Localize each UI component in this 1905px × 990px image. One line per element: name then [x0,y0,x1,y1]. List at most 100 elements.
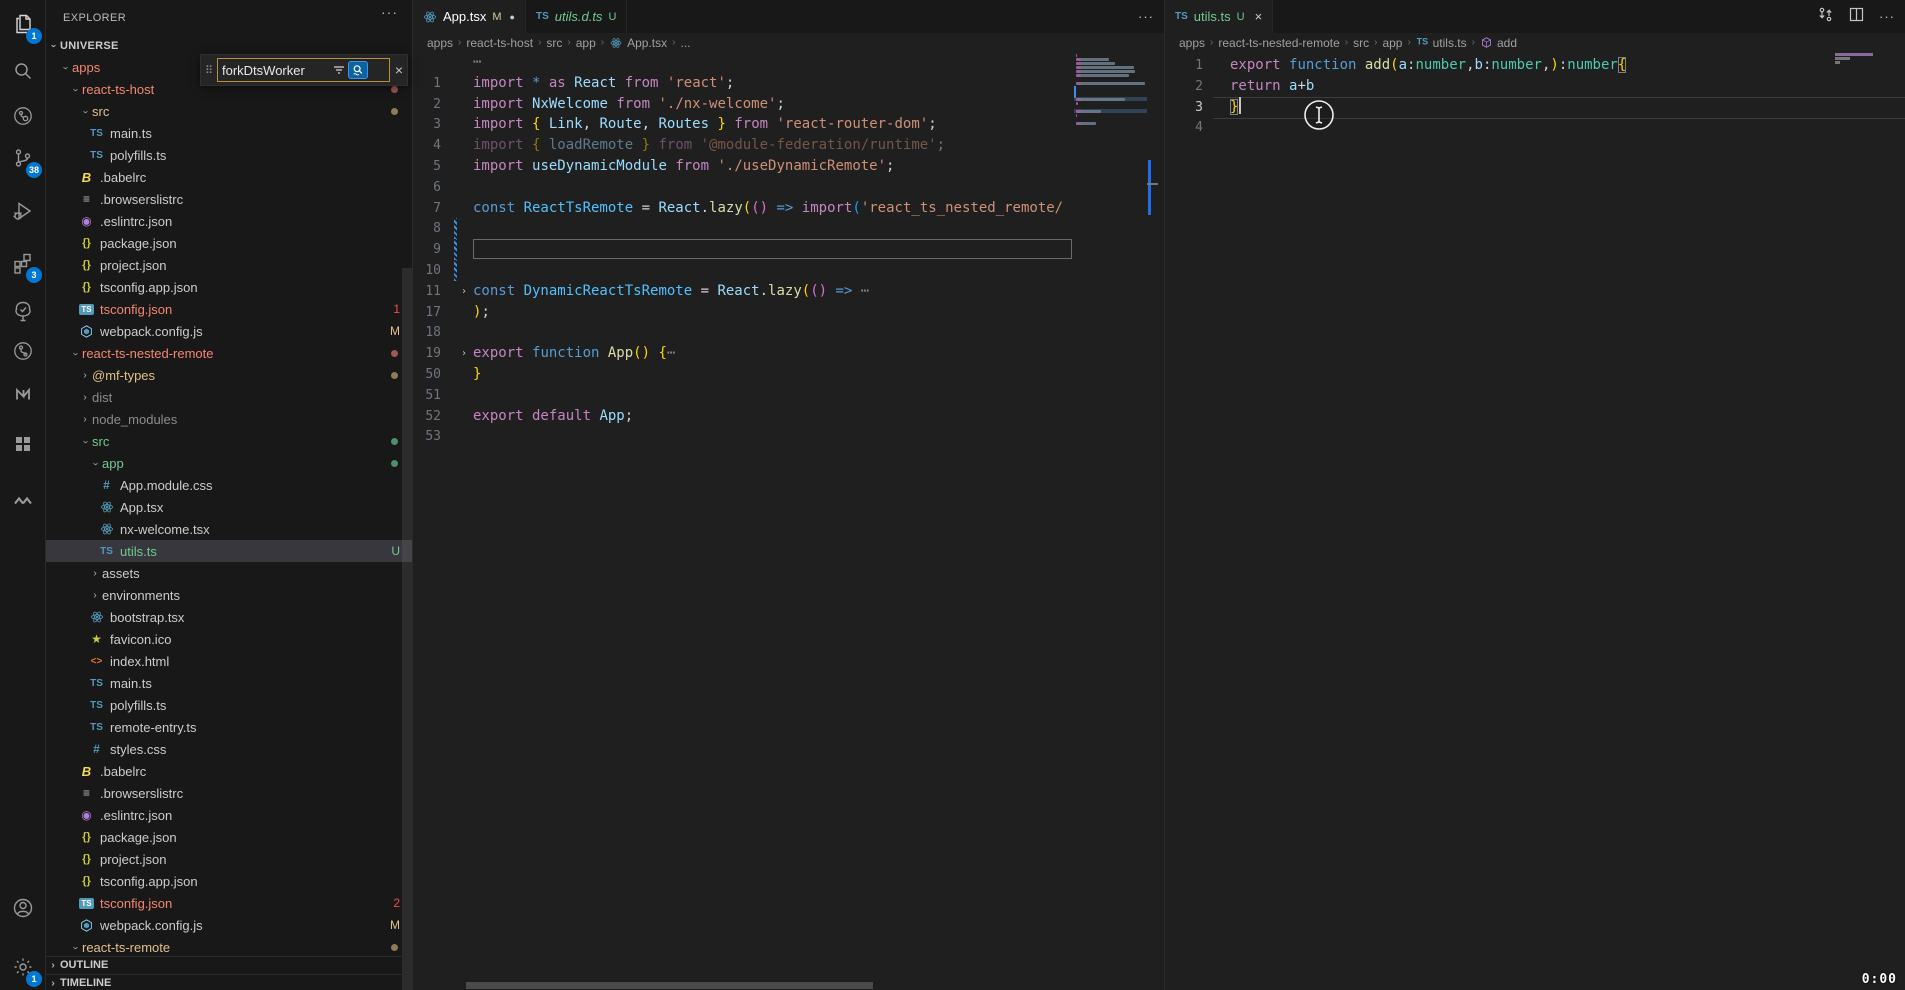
minimap-right [1835,53,1905,73]
account-icon[interactable] [0,885,45,931]
tree-file-tsconfig-app-json[interactable]: {}tsconfig.app.json [46,870,412,892]
search-icon[interactable] [0,48,45,94]
breadcrumb--[interactable]: ... [681,36,691,50]
tree-file-tsconfig-json[interactable]: TStsconfig.json1 [46,298,412,320]
breadcrumb-react-ts-host[interactable]: react-ts-host [466,36,533,50]
code-editor-app-tsx[interactable]: ⋯1import * as React from 'react';2import… [413,52,1164,990]
tree-file-tsconfig-app-json[interactable]: {}tsconfig.app.json [46,276,412,298]
breadcrumb-add[interactable]: add [1480,36,1517,50]
circle-branch-icon[interactable] [0,328,45,374]
tree-file-webpack-config-js[interactable]: webpack.config.jsM [46,914,412,936]
tree-file-main-ts[interactable]: TSmain.ts [46,122,412,144]
breadcrumb-apps[interactable]: apps [427,36,453,50]
tree-folder-src[interactable]: ›src [46,430,412,452]
explorer-more-actions[interactable]: ··· [381,4,398,20]
tree-file-nx-welcome-tsx[interactable]: nx-welcome.tsx [46,518,412,540]
tree-file--browserslistrc[interactable]: ≡.browserslistrc [46,782,412,804]
tree-file--eslintrc-json[interactable]: ◉.eslintrc.json [46,804,412,826]
tree-file-main-ts[interactable]: TSmain.ts [46,672,412,694]
json-file-icon: {} [78,831,95,843]
code-editor-utils-ts[interactable]: 1export function add(a:number,b:number,)… [1165,52,1905,990]
wave-icon[interactable] [0,478,45,524]
tree-file-polyfills-ts[interactable]: TSpolyfills.ts [46,144,412,166]
right-editor-actions: ··· [1817,0,1895,33]
tschip-file-icon: TS [78,304,95,315]
tab-utils-d-ts[interactable]: TSutils.d.tsU [526,0,627,33]
tree-file-project-json[interactable]: {}project.json [46,254,412,276]
breadcrumb-src[interactable]: src [1353,36,1369,50]
code-line-fold: ⋯ [413,52,1074,73]
tab-app-tsx[interactable]: App.tsxM● [413,0,526,33]
explorer-icon[interactable]: 1 [0,1,45,47]
tree-file-webpack-config-js[interactable]: webpack.config.jsM [46,320,412,342]
tree-file-package-json[interactable]: {}package.json [46,826,412,848]
breadcrumb-app-tsx[interactable]: App.tsx [609,36,667,50]
tree-folder-environments[interactable]: ›environments [46,584,412,606]
ts-file-icon: TS [98,546,115,557]
minimap[interactable] [1074,52,1147,990]
tree-folder--mf-types[interactable]: ›@mf-types [46,364,412,386]
chevron-down-icon: › [60,61,71,75]
tree-file-remote-entry-ts[interactable]: TSremote-entry.ts [46,716,412,738]
webpack-file-icon [78,325,95,338]
extensions-icon[interactable]: 3 [0,240,45,286]
tree-file-polyfills-ts[interactable]: TSpolyfills.ts [46,694,412,716]
source-control-icon[interactable]: 38 [0,135,45,181]
more-icon[interactable]: ··· [1879,8,1895,26]
tree-file--browserslistrc[interactable]: ≡.browserslistrc [46,188,412,210]
breadcrumb-utils-ts[interactable]: TSutils.ts [1416,36,1467,50]
chevron-right-icon: › [46,978,60,989]
activity-bar: 1 38 3 1 [0,0,46,990]
tree-file-project-json[interactable]: {}project.json [46,848,412,870]
tree-folder-dist[interactable]: ›dist [46,386,412,408]
tree-file-package-json[interactable]: {}package.json [46,232,412,254]
breadcrumb-app[interactable]: app [1382,36,1402,50]
split-editor-icon[interactable] [1848,6,1865,28]
filter-icon[interactable] [332,63,346,77]
tree-file-favicon-ico[interactable]: ★favicon.ico [46,628,412,650]
drag-grip-icon[interactable]: ⠿ [205,64,217,77]
react-file-icon [98,522,115,536]
run-debug-icon[interactable] [0,188,45,234]
tree-file-index-html[interactable]: <>index.html [46,650,412,672]
sidebar-scrollbar[interactable] [402,268,412,990]
outline-section[interactable]: › OUTLINE [46,956,412,973]
tree-file-tsconfig-json[interactable]: TStsconfig.json2 [46,892,412,914]
breadcrumb-apps[interactable]: apps [1179,36,1205,50]
breadcrumb-src[interactable]: src [546,36,562,50]
remote-graph-icon[interactable] [0,93,45,139]
tree-file-app-tsx[interactable]: App.tsx [46,496,412,518]
tree-file-styles-css[interactable]: #styles.css [46,738,412,760]
tree-file--babelrc[interactable]: B.babelrc [46,760,412,782]
tree-file-app-module-css[interactable]: #App.module.css [46,474,412,496]
timeline-section[interactable]: › TIMELINE [46,974,412,990]
horizontal-scrollbar[interactable] [466,982,873,989]
compare-changes-icon[interactable] [1817,6,1834,28]
tree-folder-react-ts-nested-remote[interactable]: ›react-ts-nested-remote [46,342,412,364]
tree-file--babelrc[interactable]: B.babelrc [46,166,412,188]
tree-folder-node-modules[interactable]: ›node_modules [46,408,412,430]
grid-icon[interactable] [0,421,45,467]
tree-file-utils-ts[interactable]: TSutils.tsU [46,540,412,562]
editor-group-right: TSutils.tsU× ··· apps›react-ts-nested-re… [1165,0,1905,990]
close-icon[interactable]: × [395,62,403,78]
workspace-section-header[interactable]: › UNIVERSE [46,35,412,56]
code-line-10: 10 [413,260,1074,281]
ts-file-icon: TS [88,678,105,689]
tree-file--eslintrc-json[interactable]: ◉.eslintrc.json [46,210,412,232]
tree-file-bootstrap-tsx[interactable]: bootstrap.tsx [46,606,412,628]
breadcrumb-app[interactable]: app [576,36,596,50]
tree-folder-react-ts-remote[interactable]: ›react-ts-remote [46,936,412,958]
fuzzy-search-toggle[interactable] [348,61,368,79]
tree-folder-app[interactable]: ›app [46,452,412,474]
git-status-dot [391,86,398,93]
close-icon[interactable]: × [1255,9,1263,24]
tree-folder-src[interactable]: ›src [46,100,412,122]
tree-folder-assets[interactable]: ›assets [46,562,412,584]
tab-utils-ts[interactable]: TSutils.tsU× [1165,0,1273,33]
nx-console-icon[interactable] [0,371,45,417]
tree-find-input[interactable] [222,63,330,78]
breadcrumb-react-ts-nested-remote[interactable]: react-ts-nested-remote [1218,36,1339,50]
css-file-icon: # [98,478,115,492]
settings-icon[interactable]: 1 [0,944,45,990]
